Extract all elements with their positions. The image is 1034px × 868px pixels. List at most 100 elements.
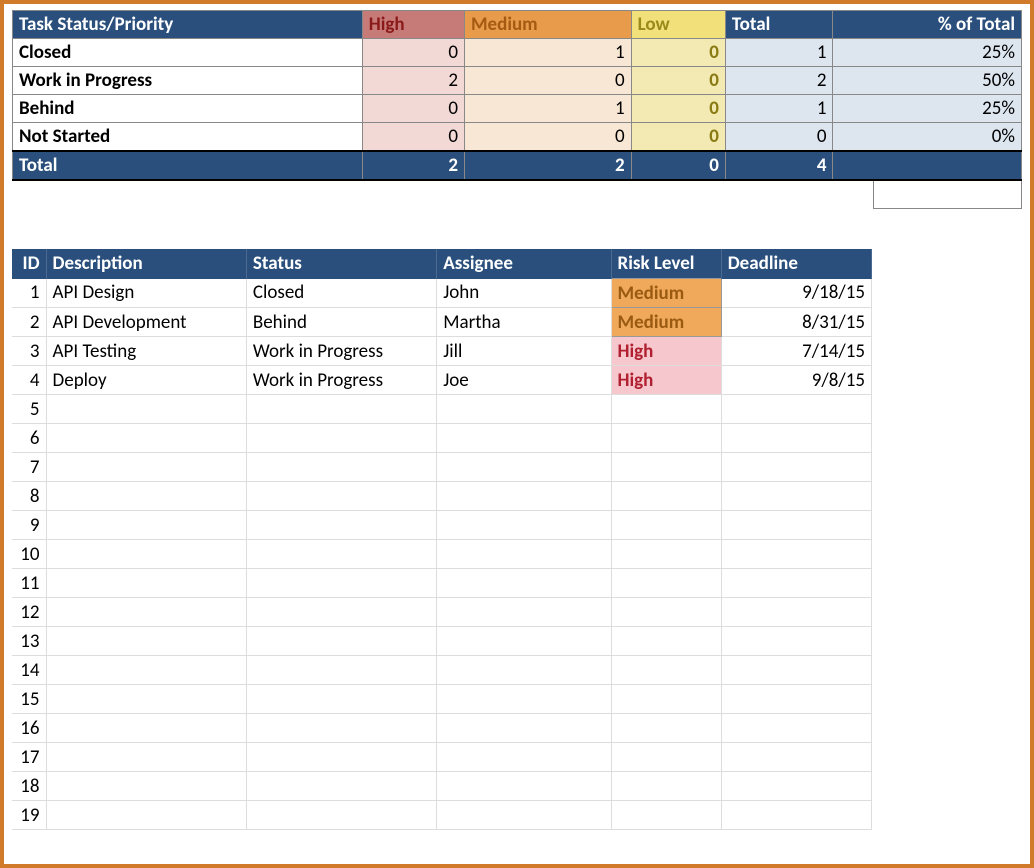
summary-cell-medium[interactable]: 0 [464, 67, 631, 95]
task-cell-assignee[interactable] [437, 511, 611, 540]
task-cell-id[interactable]: 2 [12, 308, 46, 337]
task-cell-status[interactable]: Behind [246, 308, 436, 337]
summary-total-label[interactable]: Total [13, 151, 363, 180]
task-cell-description[interactable] [46, 743, 246, 772]
summary-cell-pct[interactable]: 25% [833, 95, 1022, 123]
task-cell-deadline[interactable] [721, 424, 871, 453]
summary-cell-total[interactable]: 2 [725, 67, 833, 95]
task-cell-status[interactable] [246, 395, 436, 424]
task-cell-status[interactable] [246, 801, 436, 830]
task-cell-id[interactable]: 8 [12, 482, 46, 511]
task-cell-id[interactable]: 18 [12, 772, 46, 801]
tasks-header-description[interactable]: Description [46, 249, 246, 279]
summary-cell-low[interactable]: 0 [631, 95, 725, 123]
summary-cell-high[interactable]: 2 [362, 67, 464, 95]
task-cell-assignee[interactable]: Martha [437, 308, 611, 337]
summary-cell-total[interactable]: 1 [725, 95, 833, 123]
task-cell-description[interactable] [46, 685, 246, 714]
underbox-cell[interactable] [873, 181, 1022, 209]
task-cell-id[interactable]: 13 [12, 627, 46, 656]
task-cell-id[interactable]: 4 [12, 366, 46, 395]
task-cell-description[interactable]: API Design [46, 279, 246, 308]
summary-row-label[interactable]: Closed [13, 39, 363, 67]
task-cell-deadline[interactable] [721, 482, 871, 511]
task-cell-deadline[interactable] [721, 685, 871, 714]
task-cell-description[interactable] [46, 772, 246, 801]
summary-cell-high[interactable]: 0 [362, 123, 464, 152]
task-cell-assignee[interactable]: Joe [437, 366, 611, 395]
task-cell-status[interactable]: Work in Progress [246, 337, 436, 366]
summary-header-total[interactable]: Total [725, 11, 833, 39]
task-cell-assignee[interactable] [437, 598, 611, 627]
task-cell-deadline[interactable] [721, 772, 871, 801]
task-cell-description[interactable] [46, 801, 246, 830]
summary-header-medium[interactable]: Medium [464, 11, 631, 39]
task-cell-deadline[interactable]: 9/18/15 [721, 279, 871, 308]
task-cell-risk[interactable] [611, 569, 721, 598]
task-cell-status[interactable] [246, 656, 436, 685]
task-cell-description[interactable] [46, 627, 246, 656]
task-cell-deadline[interactable] [721, 511, 871, 540]
summary-row-label[interactable]: Work in Progress [13, 67, 363, 95]
task-cell-risk[interactable]: High [611, 337, 721, 366]
task-cell-description[interactable] [46, 424, 246, 453]
task-cell-status[interactable] [246, 540, 436, 569]
task-cell-deadline[interactable] [721, 801, 871, 830]
task-cell-description[interactable]: API Testing [46, 337, 246, 366]
summary-cell-medium[interactable]: 1 [464, 39, 631, 67]
task-cell-id[interactable]: 14 [12, 656, 46, 685]
task-cell-deadline[interactable] [721, 395, 871, 424]
task-cell-assignee[interactable] [437, 395, 611, 424]
task-cell-status[interactable] [246, 424, 436, 453]
task-cell-id[interactable]: 15 [12, 685, 46, 714]
tasks-header-deadline[interactable]: Deadline [721, 249, 871, 279]
task-cell-status[interactable] [246, 482, 436, 511]
task-cell-status[interactable]: Work in Progress [246, 366, 436, 395]
summary-cell-high[interactable]: 0 [362, 95, 464, 123]
task-cell-status[interactable] [246, 453, 436, 482]
tasks-header-risk[interactable]: Risk Level [611, 249, 721, 279]
summary-total-total[interactable]: 4 [725, 151, 833, 180]
task-cell-status[interactable] [246, 569, 436, 598]
summary-cell-low[interactable]: 0 [631, 39, 725, 67]
task-cell-assignee[interactable] [437, 772, 611, 801]
task-cell-risk[interactable] [611, 395, 721, 424]
task-cell-id[interactable]: 5 [12, 395, 46, 424]
summary-total-high[interactable]: 2 [362, 151, 464, 180]
task-cell-deadline[interactable] [721, 453, 871, 482]
summary-row-label[interactable]: Behind [13, 95, 363, 123]
tasks-header-status[interactable]: Status [246, 249, 436, 279]
task-cell-id[interactable]: 10 [12, 540, 46, 569]
task-cell-assignee[interactable] [437, 627, 611, 656]
task-cell-assignee[interactable] [437, 453, 611, 482]
task-cell-assignee[interactable]: John [437, 279, 611, 308]
summary-row-label[interactable]: Not Started [13, 123, 363, 152]
task-cell-description[interactable] [46, 482, 246, 511]
task-cell-status[interactable] [246, 714, 436, 743]
summary-cell-high[interactable]: 0 [362, 39, 464, 67]
task-cell-assignee[interactable] [437, 714, 611, 743]
task-cell-deadline[interactable] [721, 743, 871, 772]
task-cell-assignee[interactable] [437, 540, 611, 569]
task-cell-risk[interactable]: Medium [611, 279, 721, 308]
task-cell-id[interactable]: 9 [12, 511, 46, 540]
task-cell-risk[interactable] [611, 540, 721, 569]
task-cell-risk[interactable] [611, 685, 721, 714]
summary-cell-pct[interactable]: 25% [833, 39, 1022, 67]
task-cell-status[interactable] [246, 685, 436, 714]
summary-header-title[interactable]: Task Status/Priority [13, 11, 363, 39]
summary-cell-pct[interactable]: 0% [833, 123, 1022, 152]
task-cell-deadline[interactable] [721, 540, 871, 569]
task-cell-risk[interactable]: High [611, 366, 721, 395]
task-cell-status[interactable] [246, 511, 436, 540]
tasks-header-assignee[interactable]: Assignee [437, 249, 611, 279]
task-cell-deadline[interactable] [721, 714, 871, 743]
task-cell-assignee[interactable] [437, 743, 611, 772]
summary-cell-medium[interactable]: 0 [464, 123, 631, 152]
task-cell-id[interactable]: 7 [12, 453, 46, 482]
task-cell-risk[interactable] [611, 743, 721, 772]
task-cell-description[interactable] [46, 569, 246, 598]
task-cell-id[interactable]: 19 [12, 801, 46, 830]
summary-cell-low[interactable]: 0 [631, 123, 725, 152]
task-cell-status[interactable] [246, 772, 436, 801]
